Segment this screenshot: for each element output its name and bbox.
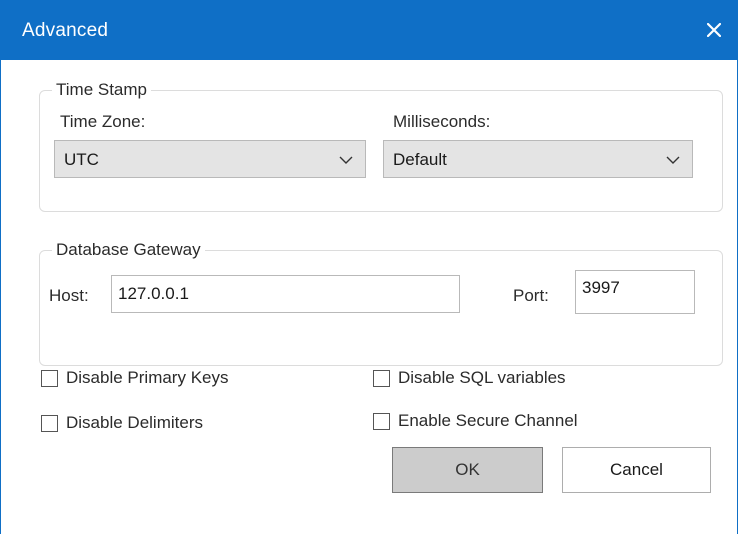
dialog-body: Time Stamp Time Zone: Milliseconds: UTC … bbox=[0, 60, 738, 534]
disable-delimiters-option[interactable]: Disable Delimiters bbox=[41, 412, 203, 434]
timezone-label: Time Zone: bbox=[60, 112, 146, 131]
milliseconds-select-value: Default bbox=[393, 150, 447, 169]
disable-delimiters-checkbox[interactable] bbox=[41, 414, 58, 432]
enable-secure-channel-option[interactable]: Enable Secure Channel bbox=[373, 410, 578, 432]
cancel-button[interactable]: Cancel bbox=[562, 447, 711, 493]
disable-sql-variables-label: Disable SQL variables bbox=[398, 368, 566, 387]
disable-delimiters-label: Disable Delimiters bbox=[66, 413, 203, 432]
milliseconds-label: Milliseconds: bbox=[393, 112, 491, 131]
host-input-value: 127.0.0.1 bbox=[118, 284, 189, 303]
timezone-select[interactable]: UTC bbox=[54, 140, 366, 178]
timezone-select-value: UTC bbox=[64, 150, 99, 169]
host-label: Host: bbox=[49, 286, 89, 305]
title-bar[interactable]: Advanced bbox=[0, 0, 738, 60]
advanced-dialog: Advanced Time Stamp Time Zone: Milliseco… bbox=[0, 0, 738, 534]
disable-sql-variables-checkbox[interactable] bbox=[373, 369, 390, 387]
database-gateway-legend: Database Gateway bbox=[52, 239, 205, 261]
chevron-down-icon bbox=[666, 156, 680, 164]
enable-secure-channel-checkbox[interactable] bbox=[373, 412, 390, 430]
ok-button[interactable]: OK bbox=[392, 447, 543, 493]
milliseconds-select[interactable]: Default bbox=[383, 140, 693, 178]
timestamp-legend: Time Stamp bbox=[52, 79, 152, 101]
port-input[interactable]: 3997 bbox=[575, 270, 695, 314]
disable-primary-keys-option[interactable]: Disable Primary Keys bbox=[41, 367, 229, 389]
disable-sql-variables-option[interactable]: Disable SQL variables bbox=[373, 367, 566, 389]
host-input[interactable]: 127.0.0.1 bbox=[111, 275, 460, 313]
dialog-title: Advanced bbox=[22, 20, 109, 41]
port-input-value: 3997 bbox=[582, 278, 620, 297]
disable-primary-keys-checkbox[interactable] bbox=[41, 369, 58, 387]
close-button[interactable] bbox=[690, 0, 738, 60]
close-icon bbox=[707, 23, 721, 37]
enable-secure-channel-label: Enable Secure Channel bbox=[398, 411, 578, 430]
disable-primary-keys-label: Disable Primary Keys bbox=[66, 368, 229, 387]
chevron-down-icon bbox=[339, 156, 353, 164]
port-label: Port: bbox=[513, 286, 549, 305]
